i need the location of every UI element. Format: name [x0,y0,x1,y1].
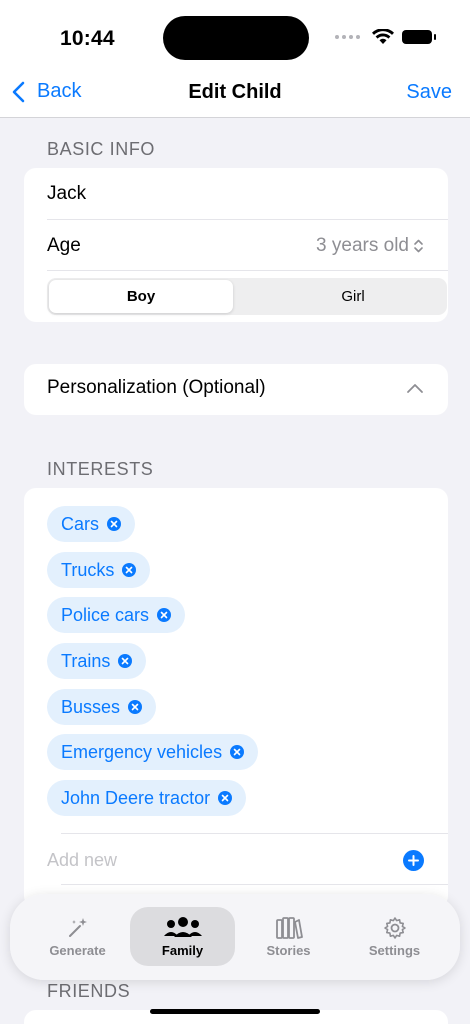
basic-info-header: BASIC INFO [47,139,156,159]
home-indicator [150,1009,320,1014]
gender-option-girl[interactable]: Girl [261,280,445,313]
tab-stories[interactable]: Stories [236,907,341,966]
remove-icon[interactable] [218,791,233,805]
chevron-up-icon [407,384,423,393]
wifi-icon [372,29,394,44]
interests-card: Cars Trucks Police cars Trains Busses Em… [24,488,448,908]
interest-label: Busses [61,696,121,717]
battery-icon [402,30,436,44]
tab-bar: Generate Family Stories Settings [10,894,460,980]
interest-chip[interactable]: Cars [47,506,136,542]
remove-icon[interactable] [128,700,143,714]
interest-label: Trains [61,650,111,671]
status-bar: 10:44 [0,0,470,70]
personalization-toggle[interactable]: Personalization (Optional) [24,364,448,415]
divider [47,270,448,271]
name-field[interactable]: Jack [47,168,448,219]
books-icon [275,916,303,939]
tab-label: Settings [368,942,421,958]
interest-chip[interactable]: Police cars [47,597,186,633]
dynamic-island [163,16,309,60]
remove-icon[interactable] [122,563,137,577]
divider [61,833,448,834]
tab-label: Generate [49,942,106,958]
gender-option-boy[interactable]: Boy [49,280,233,313]
friends-header: FRIENDS [47,981,131,1001]
remove-icon[interactable] [107,517,122,531]
page-title: Edit Child [188,81,282,103]
remove-icon[interactable] [157,608,172,622]
status-icons [335,29,436,45]
age-value: 3 years old [316,234,409,256]
add-interest-button[interactable] [403,850,424,871]
add-interest-input[interactable]: Add new [47,850,117,871]
interest-label: Police cars [61,604,150,625]
tab-generate[interactable]: Generate [25,907,130,966]
interest-label: Emergency vehicles [61,741,223,762]
divider [61,884,448,885]
age-label: Age [47,234,81,256]
gear-icon [383,916,406,939]
gender-segmented-control: Boy Girl [47,278,447,315]
interest-chip[interactable]: Trucks [47,552,151,588]
name-value: Jack [47,182,87,204]
tab-settings[interactable]: Settings [342,907,447,966]
interest-chip[interactable]: Emergency vehicles [47,734,259,770]
remove-icon[interactable] [230,745,245,759]
sparkles-wand-icon [68,917,87,937]
interest-label: Cars [61,513,100,534]
tab-family[interactable]: Family [130,907,235,966]
age-row[interactable]: Age 3 years old [47,220,448,271]
interest-chip[interactable]: John Deere tractor [47,780,247,816]
personalization-label: Personalization (Optional) [47,377,266,398]
interest-chip[interactable]: Busses [47,689,157,725]
save-button[interactable]: Save [406,81,452,104]
interest-label: Trucks [61,559,115,580]
cellular-signal-icon [335,35,360,39]
status-time: 10:44 [60,27,115,50]
interest-chip[interactable]: Trains [47,643,147,679]
interest-label: John Deere tractor [61,787,211,808]
chevron-up-down-icon [414,239,423,252]
remove-icon[interactable] [118,654,133,668]
tab-label: Stories [266,942,311,958]
interests-header: INTERESTS [47,459,154,479]
plus-icon [408,855,419,866]
people-icon [163,916,202,937]
basic-info-card: Jack Age 3 years old Boy Girl [24,168,448,322]
tab-label: Family [161,942,204,958]
navigation-bar: Back Edit Child Save [0,70,470,118]
age-picker[interactable]: 3 years old [316,235,424,257]
